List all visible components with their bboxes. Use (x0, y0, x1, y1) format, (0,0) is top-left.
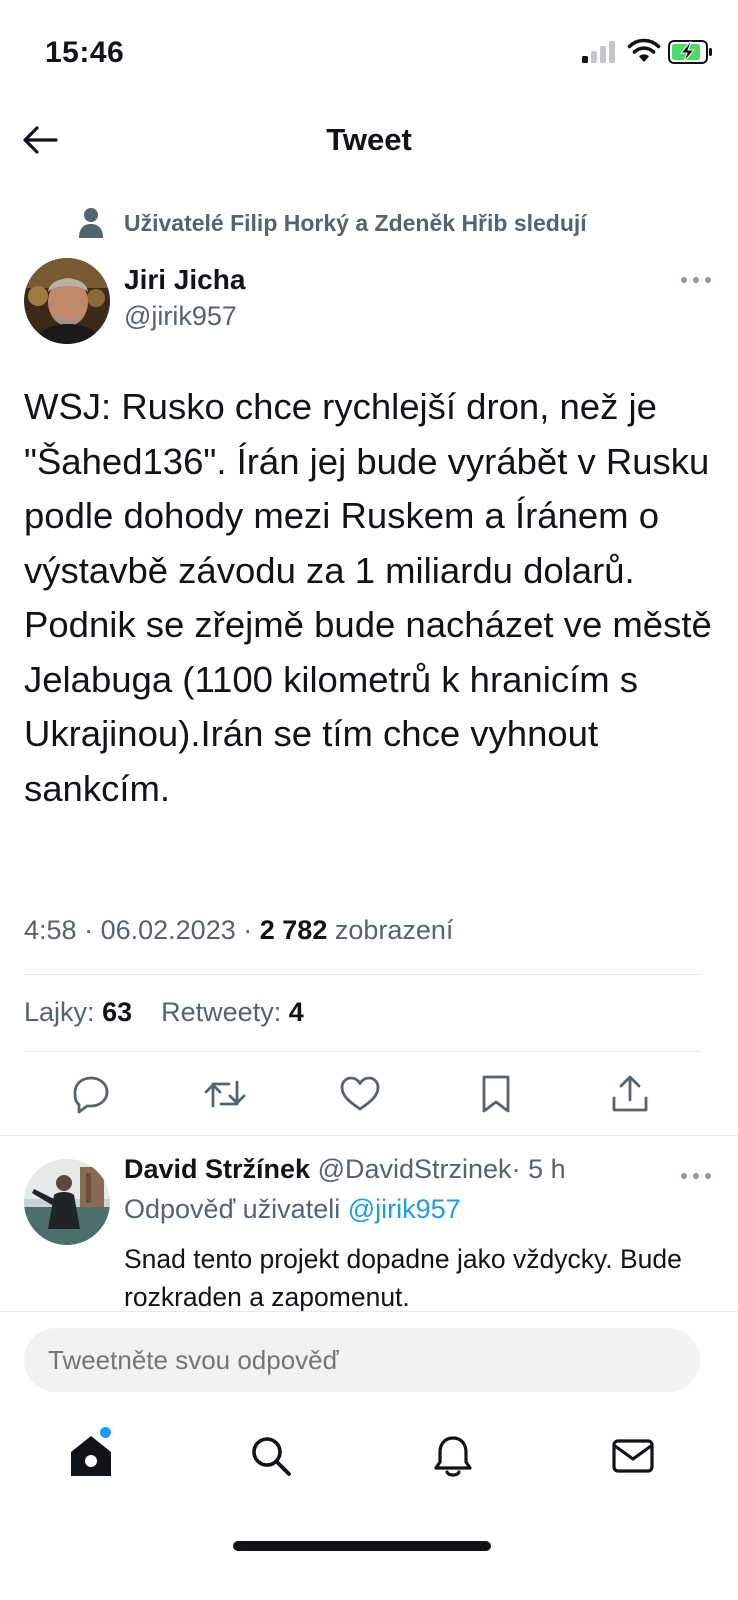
reply-input[interactable] (24, 1328, 700, 1392)
share-icon[interactable] (608, 1072, 652, 1116)
meta-separator: · (84, 915, 94, 945)
author-name[interactable]: Jiri Jicha (124, 264, 245, 296)
tweet-meta: 4:58 · 06.02.2023 · 2 782 zobrazení (24, 915, 453, 946)
home-indicator[interactable] (233, 1541, 491, 1551)
more-options-icon[interactable] (678, 266, 714, 294)
reply-header: David Stržínek @DavidStrzinek· 5 h (124, 1154, 566, 1185)
divider (24, 974, 700, 975)
reply-author-handle[interactable]: @DavidStrzinek (318, 1154, 512, 1184)
home-icon[interactable] (67, 1432, 115, 1480)
reply-more-options-icon[interactable] (678, 1162, 714, 1190)
search-icon[interactable] (247, 1432, 295, 1480)
likes-count: 63 (102, 997, 133, 1027)
views-label: zobrazení (334, 915, 454, 945)
tweet-author-row: Jiri Jicha @jirik957 (24, 258, 714, 348)
views-count: 2 782 (259, 915, 328, 945)
reply-age: 5 h (528, 1154, 566, 1184)
status-bar: 15:46 (0, 0, 738, 100)
battery-charging-icon (668, 40, 712, 64)
page-title: Tweet (326, 122, 412, 157)
reply-text: Snad tento projekt dopadne jako vždycky.… (124, 1244, 682, 1311)
notifications-icon[interactable] (429, 1432, 477, 1480)
likes-label: Lajky: (24, 997, 95, 1027)
bookmark-icon[interactable] (474, 1072, 518, 1116)
retweets-count: 4 (288, 997, 304, 1027)
reply-author-name[interactable]: David Stržínek (124, 1154, 310, 1184)
home-notification-dot (100, 1427, 111, 1438)
reply-separator: · (511, 1154, 521, 1184)
author-handle[interactable]: @jirik957 (124, 301, 237, 332)
likes-stat[interactable]: Lajky: 63 (24, 997, 140, 1027)
replying-to-mention[interactable]: @jirik957 (348, 1194, 461, 1224)
social-context[interactable]: Uživatelé Filip Horký a Zdeněk Hřib sled… (78, 203, 587, 243)
status-time: 15:46 (45, 36, 125, 69)
tweet-text: WSJ: Rusko chce rychlejší dron, než je "… (24, 386, 712, 809)
social-context-text: Uživatelé Filip Horký a Zdeněk Hřib sled… (124, 209, 587, 236)
retweets-label: Retweety: (161, 997, 282, 1027)
tweet-actions (0, 1072, 738, 1120)
author-avatar[interactable] (24, 258, 110, 344)
retweets-stat[interactable]: Retweety: 4 (161, 997, 304, 1027)
replying-to: Odpověď uživateli @jirik957 (124, 1194, 461, 1225)
compose-reply-bar (0, 1311, 738, 1406)
cellular-signal-icon (582, 41, 615, 63)
reply-avatar[interactable] (24, 1159, 110, 1245)
top-nav-header: Tweet (0, 100, 738, 180)
wifi-icon (627, 38, 661, 62)
tweet-stats: Lajky: 63 Retweety: 4 (24, 997, 304, 1028)
messages-icon[interactable] (609, 1432, 657, 1480)
like-icon[interactable] (338, 1072, 382, 1116)
tweet-date: 06.02.2023 (100, 915, 236, 945)
reply-icon[interactable] (69, 1072, 113, 1116)
meta-separator: · (243, 915, 253, 945)
bottom-tab-bar (0, 1406, 738, 1516)
replying-to-label: Odpověď uživateli (124, 1194, 341, 1224)
reply-tweet[interactable]: David Stržínek @DavidStrzinek· 5 h Odpov… (0, 1136, 738, 1311)
divider (24, 1051, 700, 1052)
retweet-icon[interactable] (203, 1072, 247, 1116)
tweet-time: 4:58 (24, 915, 77, 945)
person-icon (79, 208, 103, 238)
